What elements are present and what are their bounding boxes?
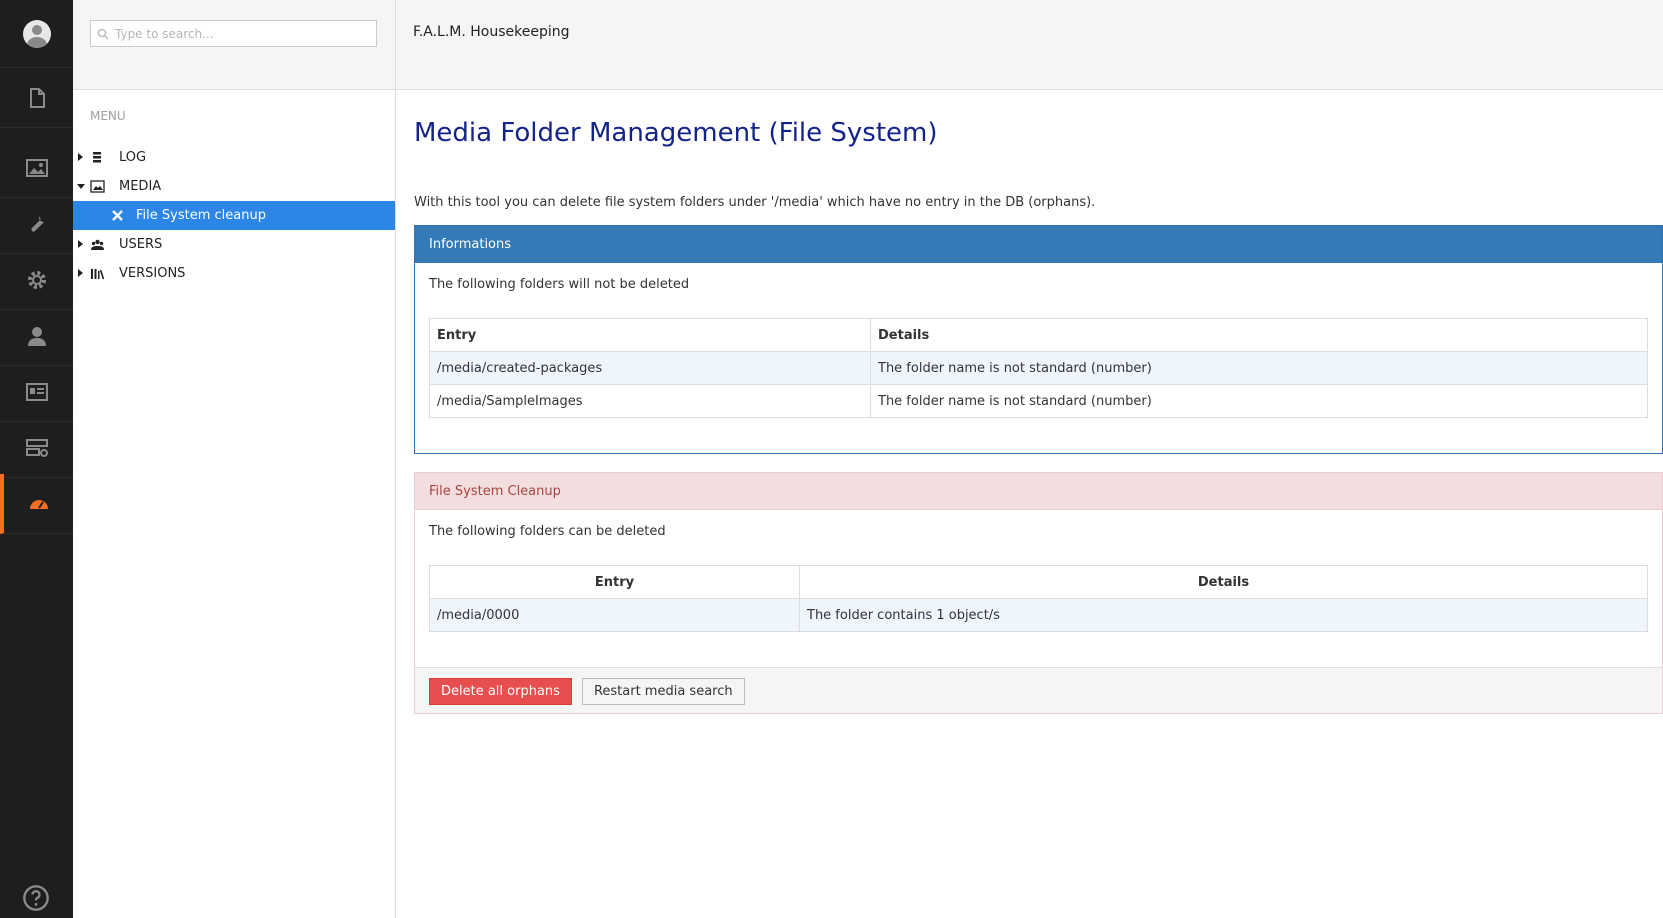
content-module-button[interactable]: [0, 68, 73, 128]
table-header-row: Entry Details: [429, 565, 1648, 599]
dashboard-gauge-icon: [29, 499, 48, 509]
list-icon: [93, 152, 101, 163]
tree-item-label: VERSIONS: [119, 266, 186, 281]
informations-panel: Informations The following folders will …: [414, 225, 1663, 454]
intro-text: With this tool you can delete file syste…: [414, 195, 1096, 210]
tree-item-label: MEDIA: [119, 179, 162, 194]
panel-heading: File System Cleanup: [415, 473, 1662, 510]
expand-caret-icon[interactable]: [78, 240, 83, 248]
members-module-button[interactable]: [0, 306, 73, 366]
books-icon: [91, 269, 105, 280]
panel-description: The following folders will not be delete…: [429, 277, 690, 292]
table-row: /media/SampleImages The folder name is n…: [429, 384, 1648, 418]
column-header-entry: Entry: [429, 565, 800, 599]
details-cell: The folder contains 1 object/s: [799, 598, 1648, 632]
main-content: Media Folder Management (File System) Wi…: [414, 90, 1663, 714]
column-header-details: Details: [799, 565, 1648, 599]
image-icon: [90, 180, 105, 193]
module-rail: [0, 0, 73, 918]
page-title: Media Folder Management (File System): [414, 118, 938, 148]
module-title: F.A.L.M. Housekeeping: [413, 24, 570, 40]
wrench-icon: [30, 215, 44, 232]
kept-folders-table: Entry Details /media/created-packages Th…: [429, 318, 1648, 418]
tree-item-file-system-cleanup[interactable]: File System cleanup: [73, 201, 395, 230]
column-header-details: Details: [870, 318, 1648, 352]
entry-cell: /media/0000: [429, 598, 800, 632]
tree-item-media[interactable]: MEDIA: [73, 172, 395, 201]
collapse-caret-icon[interactable]: [77, 184, 85, 189]
entry-cell: /media/created-packages: [429, 351, 871, 385]
delete-all-orphans-button[interactable]: Delete all orphans: [429, 678, 572, 705]
document-icon: [29, 87, 45, 108]
table-row: /media/0000 The folder contains 1 object…: [429, 598, 1648, 632]
settings-module-button[interactable]: [0, 250, 73, 310]
search-input[interactable]: [115, 26, 365, 41]
avatar-icon: [22, 19, 51, 48]
details-cell: The folder name is not standard (number): [870, 384, 1648, 418]
restart-media-search-button[interactable]: Restart media search: [581, 678, 745, 705]
image-icon: [25, 158, 48, 177]
media-module-button[interactable]: [0, 138, 73, 198]
tree-item-log[interactable]: LOG: [73, 143, 395, 172]
housekeeping-module-button[interactable]: [0, 474, 73, 534]
forms-module-button[interactable]: [0, 362, 73, 422]
x-icon: [112, 210, 123, 221]
tree-item-label: LOG: [119, 150, 147, 165]
panel-heading: Informations: [415, 226, 1662, 263]
panel-footer: Delete all orphans Restart media search: [415, 667, 1662, 713]
user-avatar-button[interactable]: [0, 0, 73, 68]
deploy-module-button[interactable]: [0, 418, 73, 478]
gear-icon: [27, 270, 46, 289]
table-header-row: Entry Details: [429, 318, 1648, 352]
id-card-icon: [25, 382, 48, 401]
tree-item-users[interactable]: USERS: [73, 230, 395, 259]
file-system-cleanup-panel: File System Cleanup The following folder…: [414, 472, 1663, 714]
menu-label: MENU: [90, 109, 126, 123]
server-icon: [25, 438, 48, 457]
panel-description: The following folders can be deleted: [429, 524, 666, 539]
users-icon: [91, 239, 104, 250]
column-header-entry: Entry: [429, 318, 871, 352]
deletable-folders-table: Entry Details /media/0000 The folder con…: [429, 565, 1648, 632]
table-row: /media/created-packages The folder name …: [429, 351, 1648, 385]
search-icon: [97, 28, 109, 40]
settings-tools-module-button[interactable]: [0, 194, 73, 254]
module-header: F.A.L.M. Housekeeping: [396, 0, 1663, 90]
details-cell: The folder name is not standard (number): [870, 351, 1648, 385]
expand-caret-icon[interactable]: [78, 269, 83, 277]
tree-item-label: USERS: [119, 237, 163, 252]
tree-item-label: File System cleanup: [136, 208, 266, 223]
help-icon[interactable]: [22, 884, 50, 912]
tree-item-versions[interactable]: VERSIONS: [73, 259, 395, 288]
search-box[interactable]: [90, 20, 377, 47]
user-icon: [27, 326, 46, 346]
tree-panel: MENU LOG MEDIA File System cleanup USERS…: [73, 0, 396, 918]
entry-cell: /media/SampleImages: [429, 384, 871, 418]
tree: LOG MEDIA File System cleanup USERS VERS…: [73, 143, 395, 288]
expand-caret-icon[interactable]: [78, 153, 83, 161]
tree-search-header: [73, 0, 395, 90]
